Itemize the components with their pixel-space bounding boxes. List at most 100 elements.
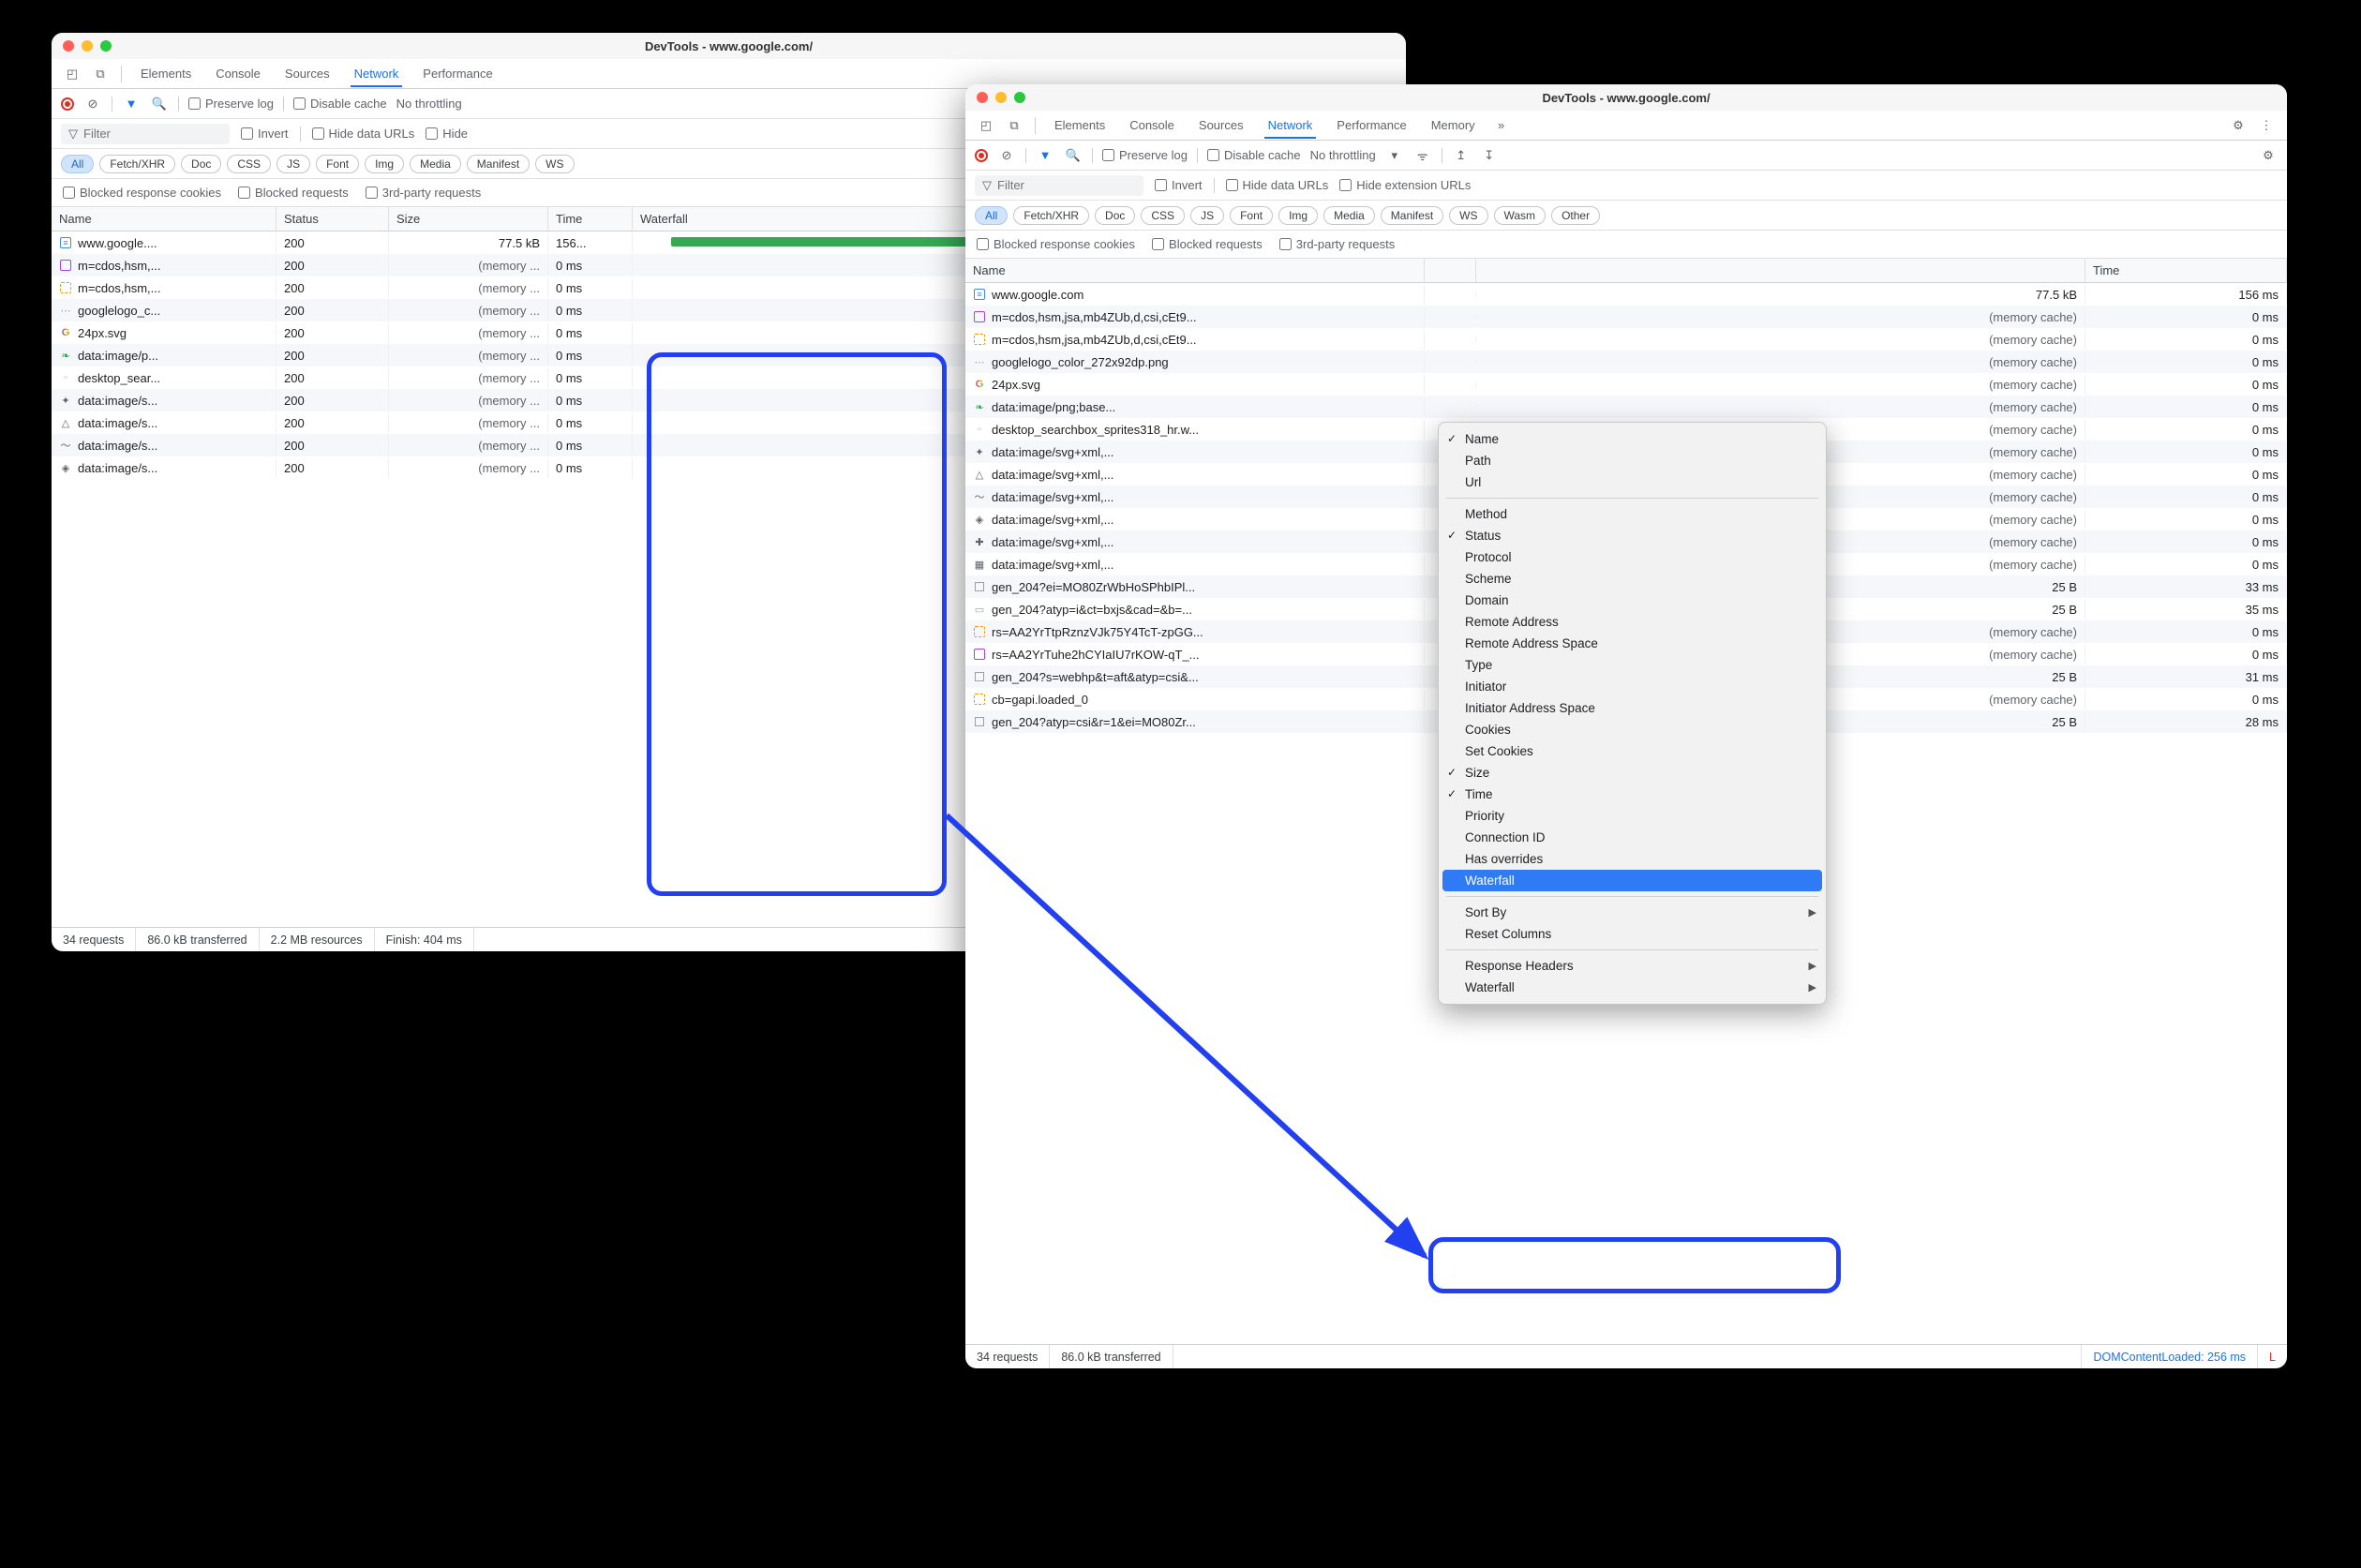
col-name[interactable]: Name: [52, 207, 276, 231]
ctx-item-priority[interactable]: Priority: [1439, 805, 1826, 827]
pill-all[interactable]: All: [61, 155, 94, 173]
tab-elements[interactable]: Elements: [1043, 112, 1116, 138]
hide-data-urls-checkbox[interactable]: Hide data URLs: [312, 127, 415, 141]
table-row[interactable]: ≡www.google.com77.5 kB156 ms: [965, 283, 2287, 306]
throttling-select[interactable]: No throttling: [396, 97, 462, 111]
blocked-response-checkbox[interactable]: Blocked response cookies: [977, 237, 1135, 251]
tab-memory[interactable]: Memory: [1420, 112, 1487, 138]
kebab-icon[interactable]: ⋮: [2253, 112, 2279, 139]
ctx-item-url[interactable]: Url: [1439, 471, 1826, 493]
pill-manifest[interactable]: Manifest: [467, 155, 530, 173]
pill-font[interactable]: Font: [1230, 206, 1273, 225]
tab-performance[interactable]: Performance: [411, 61, 503, 86]
hide-data-urls-checkbox[interactable]: Hide data URLs: [1226, 178, 1329, 192]
tab-network[interactable]: Network: [1257, 112, 1324, 138]
col-size[interactable]: [1476, 259, 2085, 282]
download-icon[interactable]: ↧: [1480, 148, 1499, 163]
hide-ext-urls-checkbox[interactable]: Hide extension URLs: [1339, 178, 1471, 192]
clear-icon[interactable]: ⊘: [83, 97, 102, 112]
pill-img[interactable]: Img: [365, 155, 404, 173]
ctx-item-set-cookies[interactable]: Set Cookies: [1439, 740, 1826, 762]
table-row[interactable]: ❧data:image/png;base...(memory cache)0 m…: [965, 396, 2287, 418]
filter-input[interactable]: ▽: [975, 175, 1143, 196]
ctx-item-remote-address-space[interactable]: Remote Address Space: [1439, 633, 1826, 654]
col-time[interactable]: Time: [548, 207, 633, 231]
third-party-checkbox[interactable]: 3rd-party requests: [1279, 237, 1396, 251]
col-time[interactable]: Time: [2085, 259, 2287, 282]
blocked-response-checkbox[interactable]: Blocked response cookies: [63, 186, 221, 200]
pill-fetchxhr[interactable]: Fetch/XHR: [1013, 206, 1089, 225]
pill-wasm[interactable]: Wasm: [1494, 206, 1547, 225]
pill-other[interactable]: Other: [1551, 206, 1600, 225]
filter-icon[interactable]: ▼: [122, 97, 141, 111]
table-row[interactable]: ⋯googlelogo_color_272x92dp.png(memory ca…: [965, 351, 2287, 373]
preserve-log-checkbox[interactable]: Preserve log: [1102, 148, 1188, 162]
pill-fetchxhr[interactable]: Fetch/XHR: [99, 155, 175, 173]
pill-ws[interactable]: WS: [535, 155, 574, 173]
ctx-item-initiator[interactable]: Initiator: [1439, 676, 1826, 697]
third-party-checkbox[interactable]: 3rd-party requests: [366, 186, 482, 200]
tab-console[interactable]: Console: [204, 61, 272, 86]
ctx-item-has-overrides[interactable]: Has overrides: [1439, 848, 1826, 870]
tab-sources[interactable]: Sources: [1188, 112, 1255, 138]
more-tabs-icon[interactable]: »: [1488, 112, 1515, 139]
inspect-icon[interactable]: ◰: [59, 61, 85, 87]
ctx-item-reset-columns[interactable]: Reset Columns: [1439, 923, 1826, 945]
search-icon[interactable]: 🔍: [150, 97, 169, 112]
blocked-requests-checkbox[interactable]: Blocked requests: [1152, 237, 1263, 251]
pill-ws[interactable]: WS: [1449, 206, 1487, 225]
tab-elements[interactable]: Elements: [129, 61, 202, 86]
invert-checkbox[interactable]: Invert: [241, 127, 289, 141]
device-icon[interactable]: ⧉: [1001, 112, 1027, 139]
pill-manifest[interactable]: Manifest: [1381, 206, 1443, 225]
disable-cache-checkbox[interactable]: Disable cache: [293, 97, 387, 111]
ctx-item-initiator-address-space[interactable]: Initiator Address Space: [1439, 697, 1826, 719]
ctx-item-status[interactable]: ✓Status: [1439, 525, 1826, 546]
pill-doc[interactable]: Doc: [181, 155, 221, 173]
ctx-item-protocol[interactable]: Protocol: [1439, 546, 1826, 568]
hide-ext-urls-checkbox[interactable]: Hide: [426, 127, 468, 141]
chevron-down-icon[interactable]: ▾: [1385, 148, 1404, 163]
column-context-menu[interactable]: ✓NamePathUrlMethod✓StatusProtocolSchemeD…: [1438, 422, 1827, 1005]
settings-icon[interactable]: ⚙: [2225, 112, 2251, 139]
pill-media[interactable]: Media: [1323, 206, 1375, 225]
ctx-item-time[interactable]: ✓Time: [1439, 784, 1826, 805]
invert-checkbox[interactable]: Invert: [1155, 178, 1203, 192]
table-row[interactable]: m=cdos,hsm,jsa,mb4ZUb,d,csi,cEt9...(memo…: [965, 328, 2287, 351]
record-button[interactable]: [61, 97, 74, 111]
wifi-icon[interactable]: ᯤ: [1413, 147, 1432, 164]
throttling-select[interactable]: No throttling: [1310, 148, 1376, 162]
col-size[interactable]: Size: [389, 207, 548, 231]
tab-performance[interactable]: Performance: [1325, 112, 1417, 138]
filter-icon[interactable]: ▼: [1036, 148, 1054, 162]
pill-doc[interactable]: Doc: [1095, 206, 1135, 225]
ctx-item-path[interactable]: Path: [1439, 450, 1826, 471]
pill-css[interactable]: CSS: [1141, 206, 1185, 225]
pill-js[interactable]: JS: [276, 155, 310, 173]
col-status[interactable]: Status: [276, 207, 389, 231]
pill-font[interactable]: Font: [316, 155, 359, 173]
pill-img[interactable]: Img: [1278, 206, 1318, 225]
ctx-item-scheme[interactable]: Scheme: [1439, 568, 1826, 590]
col-gap[interactable]: [1425, 259, 1476, 282]
tab-network[interactable]: Network: [343, 61, 411, 86]
tab-sources[interactable]: Sources: [274, 61, 341, 86]
col-name[interactable]: Name: [965, 259, 1425, 282]
pill-js[interactable]: JS: [1190, 206, 1224, 225]
ctx-item-waterfall[interactable]: Waterfall: [1442, 870, 1822, 891]
ctx-item-connection-id[interactable]: Connection ID: [1439, 827, 1826, 848]
ctx-item-remote-address[interactable]: Remote Address: [1439, 611, 1826, 633]
preserve-log-checkbox[interactable]: Preserve log: [188, 97, 274, 111]
ctx-item-method[interactable]: Method: [1439, 503, 1826, 525]
inspect-icon[interactable]: ◰: [973, 112, 999, 139]
table-row[interactable]: G24px.svg(memory cache)0 ms: [965, 373, 2287, 396]
tab-console[interactable]: Console: [1118, 112, 1186, 138]
pill-all[interactable]: All: [975, 206, 1008, 225]
ctx-item-response-headers[interactable]: Response Headers▶: [1439, 955, 1826, 977]
blocked-requests-checkbox[interactable]: Blocked requests: [238, 186, 349, 200]
record-button[interactable]: [975, 149, 988, 162]
ctx-item-name[interactable]: ✓Name: [1439, 428, 1826, 450]
filter-input[interactable]: ▽: [61, 124, 230, 144]
clear-icon[interactable]: ⊘: [997, 148, 1016, 163]
ctx-item-size[interactable]: ✓Size: [1439, 762, 1826, 784]
